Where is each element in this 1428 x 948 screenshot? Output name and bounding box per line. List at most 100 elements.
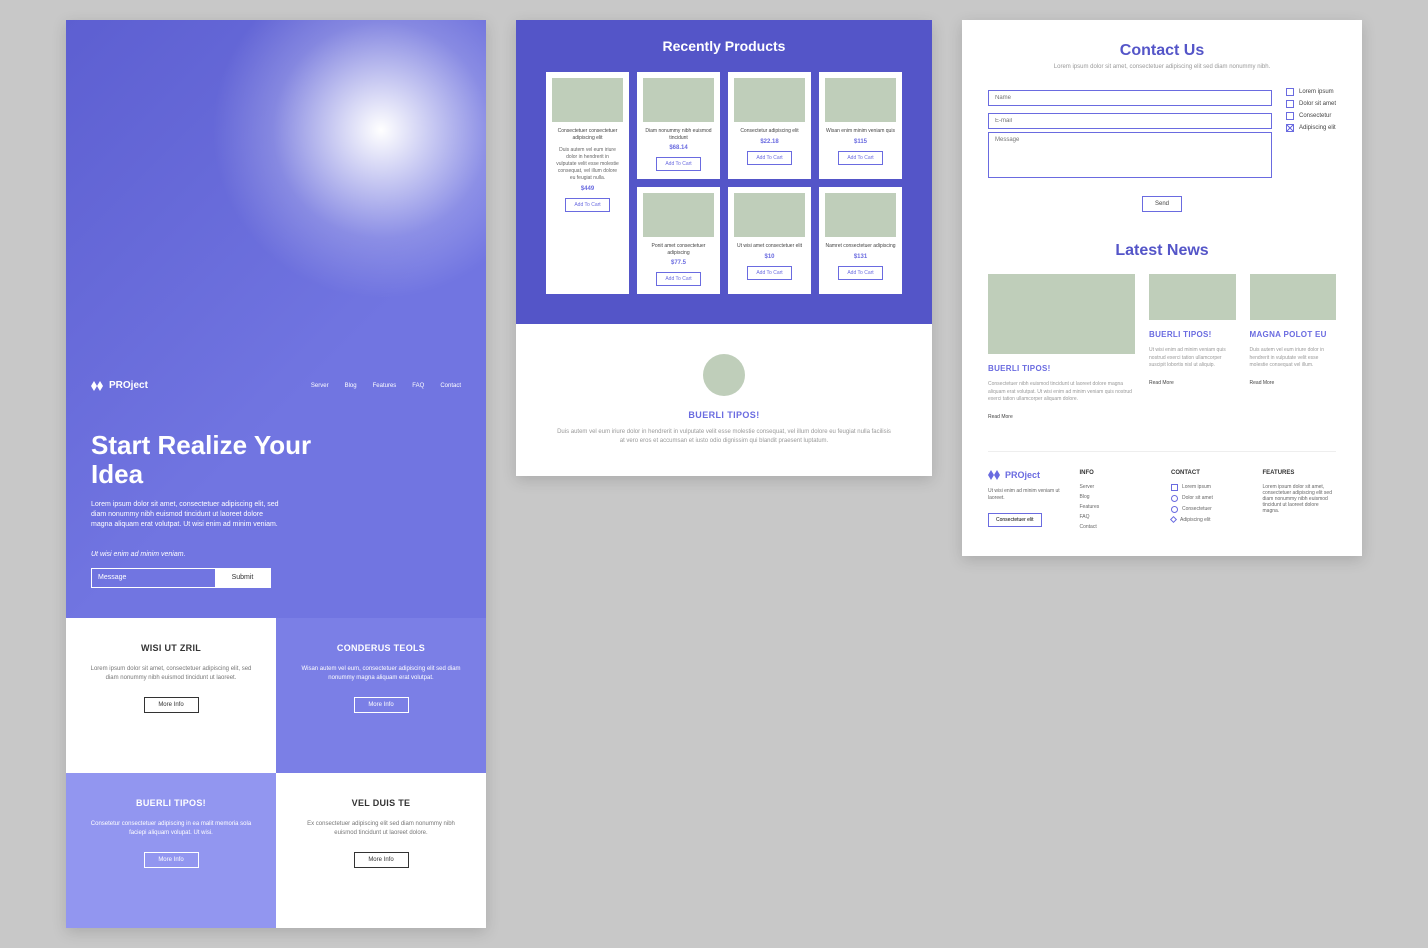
product-title: Consectetur adipiscing elit [740,128,798,135]
add-to-cart-button[interactable]: Add To Cart [656,272,700,286]
products-grid: Consectetuer consectetuer adipiscing eli… [546,72,902,294]
product-price: $449 [581,186,594,192]
footer-contact-item: Adipiscing elit [1171,517,1245,523]
product-card: Diam nonummy nibh euismod tincidunt $68.… [637,72,720,179]
news-text: Duis autem vel eum iriure dolor in hendr… [1250,347,1336,370]
option-checkbox[interactable]: Adipiscing elit [1286,124,1336,132]
option-checkbox[interactable]: Lorem ipsum [1286,88,1336,96]
feature-cell: CONDERUS TEOLS Wisan autem vel eum, cons… [276,618,486,773]
footer-link[interactable]: Contact [1080,524,1154,530]
products-section: Recently Products Consectetuer consectet… [516,20,932,324]
footer-features-text: Lorem ipsum dolor sit amet, consectetuer… [1263,484,1337,514]
diamond-icon [1170,516,1177,523]
read-more-link[interactable]: Read More [1250,380,1275,386]
product-desc: Duis autem vel eum iriure dolor in hendr… [552,147,623,182]
message-textarea[interactable] [988,132,1272,178]
feature-text: Consetetur consectetuer adipiscing in ea… [86,820,256,838]
message-input[interactable] [92,569,215,587]
contact-lead: Lorem ipsum dolor sit amet, consectetuer… [988,64,1336,70]
product-thumb [825,78,896,122]
submit-button[interactable]: Submit [215,569,270,587]
option-checkbox[interactable]: Consectetur [1286,112,1336,120]
nav-link[interactable]: Server [311,383,329,389]
email-input[interactable] [988,113,1272,129]
product-price: $115 [854,139,867,145]
read-more-link[interactable]: Read More [988,414,1013,420]
feature-cell: WISI UT ZRIL Lorem ipsum dolor sit amet,… [66,618,276,773]
checkbox-icon [1286,112,1294,120]
product-card: Ut wisi amet consectetuer elit $10 Add T… [728,187,811,294]
more-info-button[interactable]: More Info [144,697,199,713]
more-info-button[interactable]: More Info [144,852,199,868]
nav-link[interactable]: Features [373,383,397,389]
contact-area: Lorem ipsum Dolor sit amet Consectetur A… [988,86,1336,186]
product-title: Diam nonummy nibh euismod tincidunt [643,128,714,141]
product-thumb [734,193,805,237]
hero-subtitle: Lorem ipsum dolor sit amet, consectetuer… [91,500,281,530]
product-price: $77.5 [671,260,686,266]
add-to-cart-button[interactable]: Add To Cart [838,266,882,280]
news-grid: BUERLI TIPOS! Consectetuer nibh euismod … [988,274,1336,423]
testimonial-section: BUERLI TIPOS! Duis autem vel eum iriure … [516,324,932,476]
hero-section: PROject Server Blog Features FAQ Contact… [66,20,486,618]
contact-options: Lorem ipsum Dolor sit amet Consectetur A… [1286,86,1336,186]
send-button[interactable]: Send [1142,196,1182,212]
product-price: $68.14 [669,145,687,151]
footer-logo[interactable]: PROject [988,470,1062,480]
brand-logo[interactable]: PROject [91,380,148,391]
feature-title: VEL DUIS TE [296,798,466,808]
add-to-cart-button[interactable]: Add To Cart [656,157,700,171]
contact-heading: Contact Us [988,42,1336,60]
footer-col-heading: FEATURES [1263,470,1337,476]
news-text: Ut wisi enim ad minim veniam quis nostru… [1149,347,1235,370]
footer-contact-item: Consectetuer [1171,506,1245,513]
product-title: Namret consectetuer adipiscing [825,243,895,250]
footer-contact-item: Dolor sit amet [1171,495,1245,502]
nav-link[interactable]: FAQ [412,383,424,389]
read-more-link[interactable]: Read More [1149,380,1174,386]
hero-glow [211,20,486,300]
product-card: Consectetur adipiscing elit $22.18 Add T… [728,72,811,179]
news-card: BUERLI TIPOS! Consectetuer nibh euismod … [988,274,1135,423]
add-to-cart-button[interactable]: Add To Cart [747,266,791,280]
add-to-cart-button[interactable]: Add To Cart [838,151,882,165]
product-title: Ponit amet consectetuer adipiscing [643,243,714,256]
footer-link[interactable]: Blog [1080,494,1154,500]
footer-cta-button[interactable]: Consectetuer elit [988,513,1042,527]
checkbox-icon [1286,88,1294,96]
nav-link[interactable]: Contact [440,383,461,389]
news-title: BUERLI TIPOS! [988,364,1135,373]
news-heading: Latest News [988,242,1336,260]
feature-cell: VEL DUIS TE Ex consectetuer adipiscing e… [276,773,486,928]
logo-icon [988,470,1000,480]
feature-text: Wisan autem vel eum, consectetuer adipis… [296,665,466,683]
footer-link[interactable]: Features [1080,504,1154,510]
checkbox-icon [1286,124,1294,132]
product-price: $131 [854,254,867,260]
footer-contact-item: Lorem ipsum [1171,484,1245,491]
news-card: BUERLI TIPOS! Ut wisi enim ad minim veni… [1149,274,1235,423]
product-title: Consectetuer consectetuer adipiscing eli… [552,128,623,141]
news-image [1250,274,1336,320]
add-to-cart-button[interactable]: Add To Cart [565,198,609,212]
news-card: MAGNA POLOT EU Duis autem vel eum iriure… [1250,274,1336,423]
contact-news-board: Contact Us Lorem ipsum dolor sit amet, c… [962,20,1362,556]
footer-link[interactable]: FAQ [1080,514,1154,520]
name-input[interactable] [988,90,1272,106]
footer-link[interactable]: Server [1080,484,1154,490]
product-thumb [825,193,896,237]
hero-tagline: Ut wisi enim ad minim veniam. [91,551,461,558]
more-info-button[interactable]: More Info [354,852,409,868]
add-to-cart-button[interactable]: Add To Cart [747,151,791,165]
product-title: Wisan enim minim veniam quis [826,128,895,135]
footer-contact-col: CONTACT Lorem ipsum Dolor sit amet Conse… [1171,470,1245,534]
option-checkbox[interactable]: Dolor sit amet [1286,100,1336,108]
footer-info-col: INFO Server Blog Features FAQ Contact [1080,470,1154,534]
news-image [1149,274,1235,320]
signup-form: Submit [91,568,271,588]
nav-link[interactable]: Blog [345,383,357,389]
footer-col-heading: CONTACT [1171,470,1245,476]
product-card: Wisan enim minim veniam quis $115 Add To… [819,72,902,179]
footer-brand-col: PROject Ut wisi enim ad minim veniam ut … [988,470,1062,534]
more-info-button[interactable]: More Info [354,697,409,713]
